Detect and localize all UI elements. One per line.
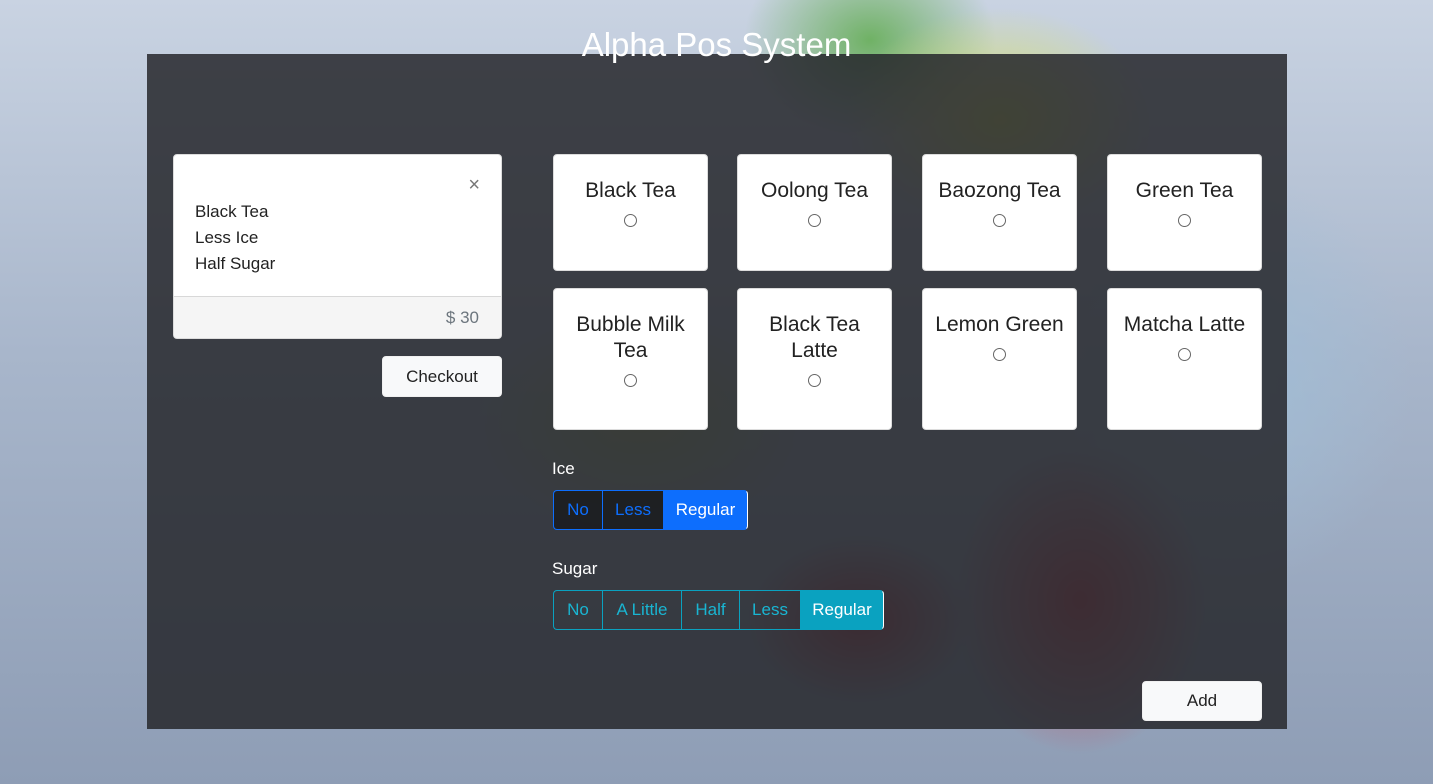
- drink-card-oolong-tea[interactable]: Oolong Tea: [737, 154, 892, 271]
- drink-card-lemon-green[interactable]: Lemon Green: [922, 288, 1077, 430]
- ice-option-no[interactable]: No: [553, 490, 602, 530]
- cart-item-ice: Less Ice: [195, 228, 259, 247]
- drink-radio[interactable]: [1178, 348, 1191, 361]
- ice-option-group: No Less Regular: [553, 490, 748, 530]
- sugar-option-less[interactable]: Less: [739, 590, 800, 630]
- drink-radio[interactable]: [624, 214, 637, 227]
- drink-name: Baozong Tea: [938, 179, 1061, 202]
- cart-item-body: × Black Tea Less Ice Half Sugar: [174, 155, 501, 296]
- cart-item-price: $ 30: [174, 296, 501, 338]
- drink-card-bubble-milk-tea[interactable]: Bubble Milk Tea: [553, 288, 708, 430]
- drink-name: Bubble Milk Tea: [576, 313, 685, 362]
- drink-radio[interactable]: [808, 214, 821, 227]
- ice-option-less[interactable]: Less: [602, 490, 663, 530]
- checkout-button[interactable]: Checkout: [382, 356, 502, 397]
- drink-radio[interactable]: [1178, 214, 1191, 227]
- drink-card-black-tea-latte[interactable]: Black Tea Latte: [737, 288, 892, 430]
- sugar-option-a-little[interactable]: A Little: [602, 590, 681, 630]
- cart-item-name: Black Tea: [195, 202, 269, 221]
- drink-name: Green Tea: [1135, 179, 1234, 202]
- sugar-label: Sugar: [552, 559, 598, 578]
- drink-radio[interactable]: [808, 374, 821, 387]
- drink-card-baozong-tea[interactable]: Baozong Tea: [922, 154, 1077, 271]
- close-icon[interactable]: ×: [468, 175, 480, 195]
- drink-name: Oolong Tea: [760, 179, 869, 202]
- sugar-option-group: No A Little Half Less Regular: [553, 590, 884, 630]
- drink-name: Black Tea Latte: [769, 313, 860, 362]
- cart-item-card: × Black Tea Less Ice Half Sugar $ 30: [173, 154, 502, 339]
- ice-label: Ice: [552, 459, 575, 478]
- drink-radio[interactable]: [624, 374, 637, 387]
- sugar-option-no[interactable]: No: [553, 590, 602, 630]
- cart-item-sugar: Half Sugar: [195, 254, 276, 273]
- drink-radio[interactable]: [993, 214, 1006, 227]
- drink-card-matcha-latte[interactable]: Matcha Latte: [1107, 288, 1262, 430]
- drink-card-green-tea[interactable]: Green Tea: [1107, 154, 1262, 271]
- drink-name: Lemon Green: [935, 313, 1064, 336]
- drink-name: Black Tea: [585, 179, 676, 202]
- add-button[interactable]: Add: [1142, 681, 1262, 721]
- sugar-option-regular[interactable]: Regular: [800, 590, 884, 630]
- page-title: Alpha Pos System: [581, 26, 852, 63]
- drink-card-black-tea[interactable]: Black Tea: [553, 154, 708, 271]
- drink-name: Matcha Latte: [1123, 313, 1246, 336]
- drink-radio[interactable]: [993, 348, 1006, 361]
- sugar-option-half[interactable]: Half: [681, 590, 739, 630]
- ice-option-regular[interactable]: Regular: [663, 490, 748, 530]
